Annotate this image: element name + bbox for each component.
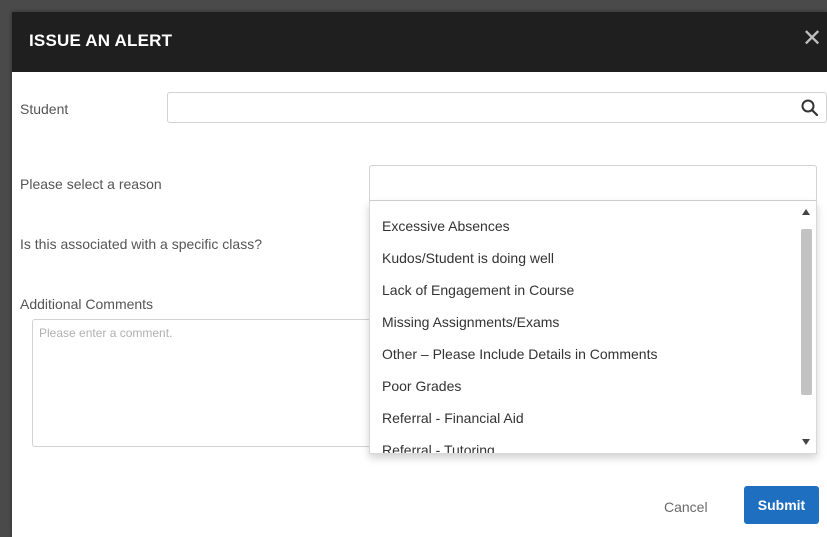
close-icon[interactable]: ✕ (799, 26, 825, 52)
student-search-input[interactable] (174, 93, 778, 124)
dialog-title: ISSUE AN ALERT (29, 31, 173, 50)
reason-select[interactable] (369, 165, 817, 201)
dropdown-scrollbar[interactable] (798, 207, 814, 447)
reason-option[interactable]: Poor Grades (382, 378, 461, 394)
reason-option[interactable]: Lack of Engagement in Course (382, 282, 574, 298)
comments-textarea[interactable] (32, 319, 372, 447)
reason-option[interactable]: Kudos/Student is doing well (382, 250, 554, 266)
scrollbar-thumb[interactable] (801, 229, 812, 395)
reason-dropdown-list: Excessive Absences Kudos/Student is doin… (369, 201, 817, 454)
submit-button[interactable]: Submit (744, 486, 819, 524)
search-icon[interactable] (800, 98, 820, 118)
cancel-button[interactable]: Cancel (664, 499, 708, 515)
reason-label: Please select a reason (20, 176, 162, 192)
comments-label: Additional Comments (20, 296, 154, 312)
reason-option[interactable]: Missing Assignments/Exams (382, 314, 559, 330)
caret-up-icon[interactable] (801, 207, 811, 217)
student-label: Student (20, 101, 69, 117)
reason-option[interactable]: Excessive Absences (382, 218, 510, 234)
student-search-field[interactable] (167, 92, 827, 124)
reason-option[interactable]: Referral - Tutoring (382, 442, 495, 453)
caret-down-icon[interactable] (801, 437, 811, 447)
class-question-label: Is this associated with a specific class… (20, 236, 262, 252)
reason-option[interactable]: Other – Please Include Details in Commen… (382, 346, 657, 362)
reason-option[interactable]: Referral - Financial Aid (382, 410, 524, 426)
dialog-header: ISSUE AN ALERT ✕ (12, 12, 827, 72)
issue-alert-dialog: ISSUE AN ALERT ✕ Student Please select a… (12, 12, 827, 537)
